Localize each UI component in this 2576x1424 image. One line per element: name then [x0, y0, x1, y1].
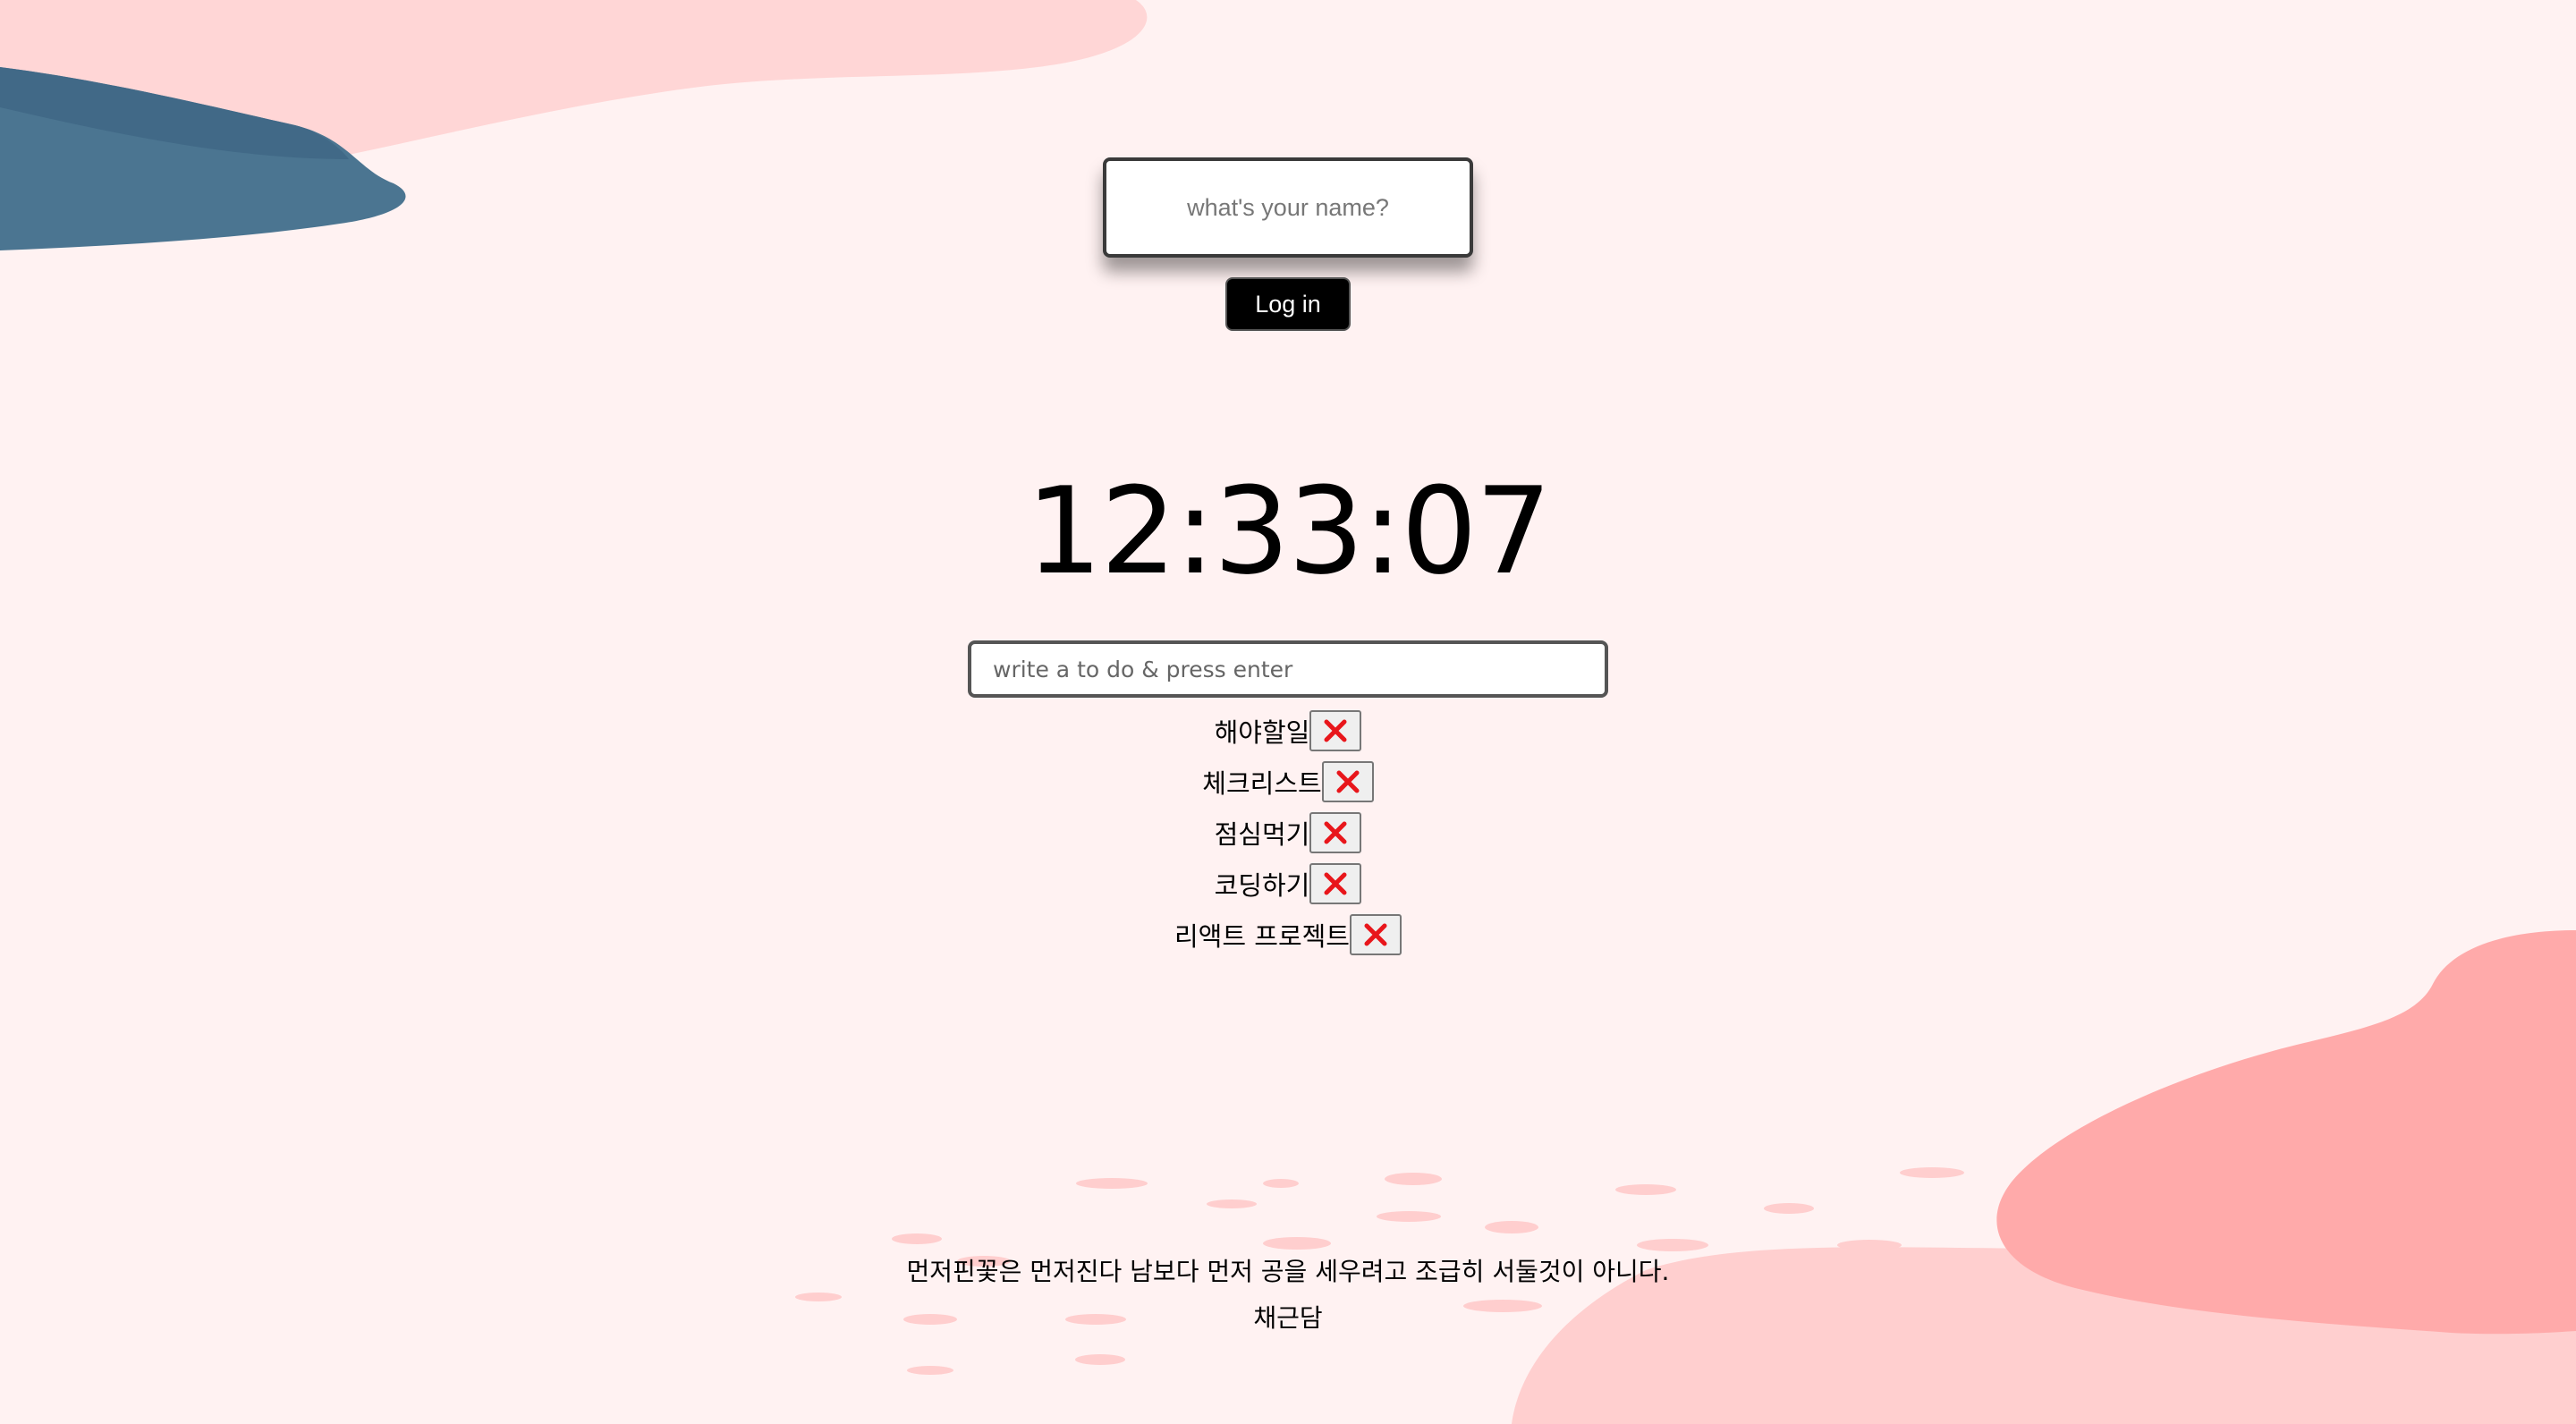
- top-pink-blob: [0, 0, 1148, 165]
- delete-todo-button[interactable]: [1309, 862, 1362, 904]
- close-icon: [1324, 719, 1347, 742]
- delete-todo-button[interactable]: [1349, 913, 1402, 955]
- todo-item-text: 점심먹기: [1214, 818, 1310, 850]
- todo-item-text: 리액트 프로젝트: [1174, 920, 1350, 952]
- quote-text: 먼저핀꽃은 먼저진다 남보다 먼저 공을 세우려고 조급히 서둘것이 아니다.: [906, 1257, 1670, 1286]
- todo-item: 리액트 프로젝트: [0, 909, 2576, 960]
- todo-form: [0, 640, 2576, 698]
- delete-todo-button[interactable]: [1309, 709, 1362, 751]
- close-icon: [1364, 923, 1387, 945]
- name-input[interactable]: [1103, 157, 1473, 258]
- todo-item: 해야할일: [0, 705, 2576, 756]
- delete-todo-button[interactable]: [1321, 760, 1374, 802]
- login-form: Log in: [0, 157, 2576, 331]
- todo-input[interactable]: [968, 640, 1608, 698]
- todo-item-text: 코딩하기: [1214, 869, 1310, 901]
- quote: 먼저핀꽃은 먼저진다 남보다 먼저 공을 세우려고 조급히 서둘것이 아니다. …: [0, 1252, 2576, 1338]
- close-icon: [1324, 821, 1347, 843]
- todo-item: 체크리스트: [0, 756, 2576, 807]
- close-icon: [1324, 872, 1347, 894]
- login-button[interactable]: Log in: [1225, 277, 1351, 331]
- todo-item-text: 해야할일: [1214, 716, 1310, 748]
- page: Log in 12:33:07 해야할일 체크리스트 점심먹기 코딩하기: [0, 0, 2576, 1424]
- close-icon: [1336, 770, 1360, 793]
- delete-todo-button[interactable]: [1309, 811, 1362, 853]
- quote-author: 채근담: [1253, 1303, 1323, 1333]
- clock: 12:33:07: [1026, 462, 1552, 601]
- todo-list: 해야할일 체크리스트 점심먹기 코딩하기 리액트 프로젝트: [0, 705, 2576, 960]
- todo-item-text: 체크리스트: [1202, 767, 1322, 799]
- todo-item: 점심먹기: [0, 807, 2576, 858]
- top-left-blue-blob-shade: [0, 67, 349, 159]
- todo-item: 코딩하기: [0, 858, 2576, 909]
